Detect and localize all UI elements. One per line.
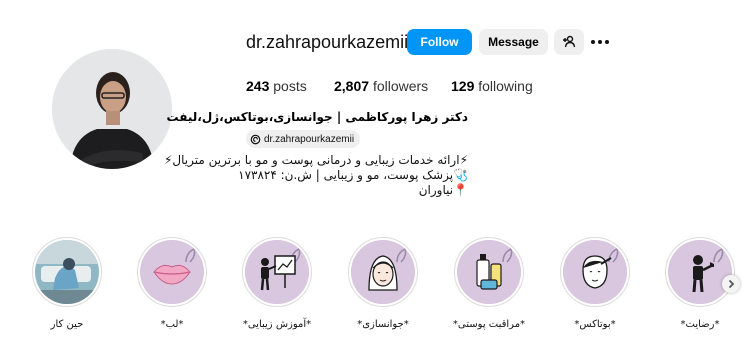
skincare-bottles-icon: [457, 240, 521, 304]
lips-icon: [140, 240, 204, 304]
follow-button[interactable]: Follow: [407, 29, 472, 55]
suggest-users-button[interactable]: [554, 29, 584, 55]
highlight-label: *بوتاکس*: [574, 319, 616, 330]
threads-handle: dr.zahrapourkazemii: [264, 133, 355, 145]
injection-face-icon: [563, 240, 627, 304]
following-label: following: [478, 78, 533, 94]
highlight-rejuvenation[interactable]: *جوانسازی*: [343, 237, 423, 330]
woman-face-icon: [351, 240, 415, 304]
profile-avatar[interactable]: [52, 49, 172, 169]
highlight-work[interactable]: حین کار: [27, 237, 107, 330]
highlight-lips[interactable]: *لب*: [132, 237, 212, 330]
followers-stat[interactable]: 2,807 followers: [334, 78, 428, 94]
clinic-photo-icon: [35, 240, 99, 304]
profile-photo-icon: [52, 49, 172, 169]
highlight-label: حین کار: [50, 319, 84, 330]
threads-badge[interactable]: dr.zahrapourkazemii: [246, 130, 361, 148]
posts-stat[interactable]: 243 posts: [246, 78, 307, 94]
threads-icon: [250, 134, 261, 144]
following-count: 129: [451, 78, 475, 94]
teacher-board-icon: [245, 240, 309, 304]
profile-username: dr.zahrapourkazemii: [246, 32, 409, 52]
bio-line-doctor: 🩺پزشک پوست، مو و زیبایی | ش.ن: ۱۷۳۸۲۴: [238, 168, 468, 182]
add-user-icon: [563, 35, 576, 48]
highlight-label: *رضایت*: [680, 319, 720, 330]
thumbs-up-person-icon: [668, 240, 732, 304]
highlight-botox[interactable]: *بوتاکس*: [555, 237, 635, 330]
highlight-label: *جوانسازی*: [357, 319, 409, 330]
message-button[interactable]: Message: [479, 29, 548, 55]
highlight-beauty-training[interactable]: *آموزش زیبایی*: [237, 237, 317, 330]
bio-line-location: 📍نیاوران: [418, 183, 468, 197]
bio-line-services: ⚡ارائه خدمات زیبایی و درمانی پوست و مو ب…: [163, 153, 468, 167]
chevron-right-icon: [728, 279, 735, 289]
profile-full-name: دکتر زهرا پورکاظمی | جوانسازی،بوتاکس،ژل،…: [166, 110, 468, 124]
following-stat[interactable]: 129 following: [451, 78, 533, 94]
highlight-skincare[interactable]: *مراقبت پوستی*: [449, 237, 529, 330]
highlight-label: *لب*: [160, 319, 184, 330]
more-options-icon[interactable]: [591, 35, 611, 49]
posts-label: posts: [273, 78, 307, 94]
highlight-label: *مراقبت پوستی*: [452, 319, 526, 330]
followers-label: followers: [372, 78, 429, 94]
highlights-next-button[interactable]: [722, 275, 740, 293]
highlight-label: *آموزش زیبایی*: [242, 319, 312, 330]
followers-count: 2,807: [334, 78, 370, 94]
posts-count: 243: [246, 78, 270, 94]
